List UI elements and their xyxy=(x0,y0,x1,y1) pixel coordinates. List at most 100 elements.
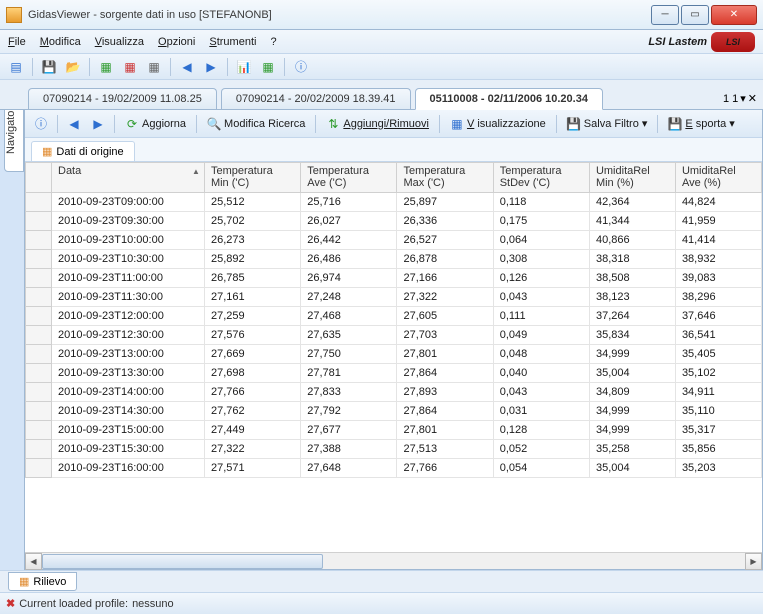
open-icon[interactable]: 📂 xyxy=(63,57,83,77)
table-row[interactable]: 2010-09-23T12:00:0027,25927,46827,6050,1… xyxy=(26,307,762,326)
cell: 34,999 xyxy=(589,345,675,364)
row-header[interactable] xyxy=(26,345,52,364)
bottom-tabstrip: ▦Rilievo xyxy=(0,570,763,592)
table-row[interactable]: 2010-09-23T16:00:0027,57127,64827,7660,0… xyxy=(26,459,762,478)
row-header[interactable] xyxy=(26,421,52,440)
cell: 0,111 xyxy=(493,307,589,326)
table-row[interactable]: 2010-09-23T11:30:0027,16127,24827,3220,0… xyxy=(26,288,762,307)
table-row[interactable]: 2010-09-23T14:00:0027,76627,83327,8930,0… xyxy=(26,383,762,402)
menu-strumenti[interactable]: Strumenti xyxy=(209,36,256,48)
row-header[interactable] xyxy=(26,383,52,402)
table-row[interactable]: 2010-09-23T10:00:0026,27326,44226,5270,0… xyxy=(26,231,762,250)
row-header[interactable] xyxy=(26,250,52,269)
tab-dropdown-icon[interactable]: ▾ xyxy=(740,92,746,105)
table-row[interactable]: 2010-09-23T12:30:0027,57627,63527,7030,0… xyxy=(26,326,762,345)
aggiorna-button[interactable]: ⟳Aggiorna xyxy=(121,115,190,133)
scroll-track[interactable] xyxy=(42,553,745,570)
refresh-icon[interactable]: ▦ xyxy=(258,57,278,77)
cell: 26,878 xyxy=(397,250,493,269)
modifica-ricerca-button[interactable]: 🔍Modifica Ricerca xyxy=(203,115,309,133)
table-row[interactable]: 2010-09-23T13:00:0027,66927,75027,8010,0… xyxy=(26,345,762,364)
col-header-5[interactable]: UmiditaRelMin (%) xyxy=(589,163,675,193)
table-row[interactable]: 2010-09-23T09:00:0025,51225,71625,8970,1… xyxy=(26,193,762,212)
menu-help[interactable]: ? xyxy=(270,36,276,48)
table-row[interactable]: 2010-09-23T11:00:0026,78526,97427,1660,1… xyxy=(26,269,762,288)
grid-icon[interactable]: ▦ xyxy=(144,57,164,77)
cell: 34,999 xyxy=(589,402,675,421)
cell: 26,785 xyxy=(204,269,300,288)
row-header[interactable] xyxy=(26,231,52,250)
table-row[interactable]: 2010-09-23T13:30:0027,69827,78127,8640,0… xyxy=(26,364,762,383)
col-header-3[interactable]: TemperaturaMax ('C) xyxy=(397,163,493,193)
col-header-4[interactable]: TemperaturaStDev ('C) xyxy=(493,163,589,193)
cell: 27,166 xyxy=(397,269,493,288)
table-row[interactable]: 2010-09-23T14:30:0027,76227,79227,8640,0… xyxy=(26,402,762,421)
col-header-1[interactable]: TemperaturaMin ('C) xyxy=(204,163,300,193)
row-header[interactable] xyxy=(26,402,52,421)
row-header[interactable] xyxy=(26,269,52,288)
row-header[interactable] xyxy=(26,212,52,231)
table-row[interactable]: 2010-09-23T15:30:0027,32227,38827,5130,0… xyxy=(26,440,762,459)
cell: 42,364 xyxy=(589,193,675,212)
tab-extra: 1 1 ▾ ✕ xyxy=(723,92,757,109)
nav-prev-icon[interactable]: ◀ xyxy=(177,57,197,77)
salva-filtro-button[interactable]: 💾Salva Filtro ▾ xyxy=(563,115,652,133)
prev-icon[interactable]: ◀ xyxy=(64,114,84,134)
row-header[interactable] xyxy=(26,440,52,459)
dropdown-icon: ▾ xyxy=(642,117,648,130)
menu-file[interactable]: File xyxy=(8,36,26,48)
next-icon[interactable]: ▶ xyxy=(88,114,108,134)
cell: 2010-09-23T11:00:00 xyxy=(52,269,205,288)
doc-tab-1[interactable]: 07090214 - 20/02/2009 18.39.41 xyxy=(221,88,411,109)
help-icon[interactable]: ⓘ xyxy=(291,57,311,77)
aggiungi-rimuovi-button[interactable]: ⇅Aggiungi/Rimuovi xyxy=(322,115,433,133)
delete-icon[interactable]: ▦ xyxy=(120,57,140,77)
cell: 40,866 xyxy=(589,231,675,250)
horizontal-scrollbar[interactable]: ◀ ▶ xyxy=(25,552,762,569)
cell: 27,801 xyxy=(397,421,493,440)
esporta-button[interactable]: 💾Esporta ▾ xyxy=(664,115,738,133)
col-header-2[interactable]: TemperaturaAve ('C) xyxy=(301,163,397,193)
cell: 26,442 xyxy=(301,231,397,250)
doc-tab-0[interactable]: 07090214 - 19/02/2009 11.08.25 xyxy=(28,88,217,109)
cell: 27,576 xyxy=(204,326,300,345)
chart-icon[interactable]: 📊 xyxy=(234,57,254,77)
table-row[interactable]: 2010-09-23T15:00:0027,44927,67727,8010,1… xyxy=(26,421,762,440)
cell: 36,541 xyxy=(675,326,761,345)
col-header-6[interactable]: UmiditaRelAve (%) xyxy=(675,163,761,193)
cell: 26,336 xyxy=(397,212,493,231)
cell: 34,999 xyxy=(589,421,675,440)
row-header[interactable] xyxy=(26,193,52,212)
row-header[interactable] xyxy=(26,326,52,345)
cell: 27,322 xyxy=(397,288,493,307)
rilievo-tab[interactable]: ▦Rilievo xyxy=(8,572,77,591)
minimize-button[interactable]: ─ xyxy=(651,5,679,25)
subtab-dati-origine[interactable]: ▦Dati di origine xyxy=(31,141,135,161)
menu-visualizza[interactable]: Visualizza xyxy=(95,36,144,48)
table-row[interactable]: 2010-09-23T09:30:0025,70226,02726,3360,1… xyxy=(26,212,762,231)
scroll-thumb[interactable] xyxy=(42,554,323,569)
visualizzazione-button[interactable]: ▦Visualizzazione xyxy=(446,115,550,133)
row-header[interactable] xyxy=(26,459,52,478)
maximize-button[interactable]: ▭ xyxy=(681,5,709,25)
row-header[interactable] xyxy=(26,288,52,307)
scroll-left-icon[interactable]: ◀ xyxy=(25,553,42,570)
close-button[interactable]: ✕ xyxy=(711,5,757,25)
save-icon[interactable]: 💾 xyxy=(39,57,59,77)
row-header[interactable] xyxy=(26,364,52,383)
tab-close-icon[interactable]: ✕ xyxy=(748,92,757,105)
nav-next-icon[interactable]: ▶ xyxy=(201,57,221,77)
scroll-right-icon[interactable]: ▶ xyxy=(745,553,762,570)
table-row[interactable]: 2010-09-23T10:30:0025,89226,48626,8780,3… xyxy=(26,250,762,269)
info-icon[interactable]: ⓘ xyxy=(31,114,51,134)
menu-opzioni[interactable]: Opzioni xyxy=(158,36,195,48)
col-header-0[interactable]: Data▲ xyxy=(52,163,205,193)
main-toolbar: ▤ 💾 📂 ▦ ▦ ▦ ◀ ▶ 📊 ▦ ⓘ xyxy=(0,54,763,80)
new-doc-icon[interactable]: ▤ xyxy=(6,57,26,77)
menu-modifica[interactable]: Modifica xyxy=(40,36,81,48)
doc-tab-2[interactable]: 05110008 - 02/11/2006 10.20.34 xyxy=(415,88,603,110)
data-grid[interactable]: Data▲TemperaturaMin ('C)TemperaturaAve (… xyxy=(25,162,762,552)
table-icon[interactable]: ▦ xyxy=(96,57,116,77)
cell: 25,512 xyxy=(204,193,300,212)
row-header[interactable] xyxy=(26,307,52,326)
